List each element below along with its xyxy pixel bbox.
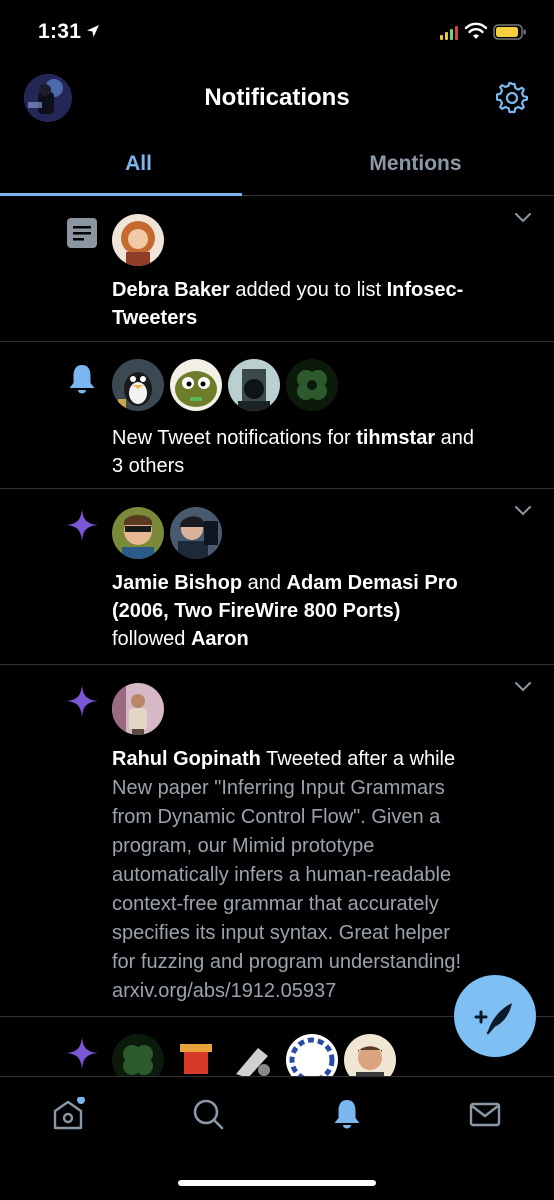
notification-item-tweet[interactable]: Rahul Gopinath Tweeted after a while New…: [0, 665, 554, 1017]
page-title: Notifications: [204, 84, 350, 111]
sparkle-icon: [66, 509, 98, 541]
avatar[interactable]: [170, 359, 222, 411]
home-badge-dot: [77, 1097, 85, 1104]
top-bar: Notifications: [0, 66, 554, 130]
home-indicator: [178, 1180, 376, 1186]
list-icon: [67, 218, 97, 248]
avatar[interactable]: [112, 214, 164, 266]
settings-gear-icon[interactable]: [496, 82, 528, 114]
wifi-icon: [464, 22, 488, 39]
avatar[interactable]: [112, 507, 164, 559]
messages-mail-icon[interactable]: [468, 1097, 502, 1131]
battery-icon: [493, 24, 526, 40]
notification-text: Debra Baker added you to list Infosec- T…: [112, 279, 464, 329]
feather-plus-icon: [474, 1003, 512, 1035]
notification-item-tweet-notifications[interactable]: New Tweet notifications for tihmstar and…: [0, 342, 554, 489]
notification-item-list-add[interactable]: Debra Baker added you to list Infosec- T…: [0, 196, 554, 342]
status-bar: 1:31: [0, 0, 554, 66]
avatar[interactable]: [170, 507, 222, 559]
tab-all[interactable]: All: [0, 140, 277, 196]
avatar[interactable]: [228, 359, 280, 411]
notification-text: New Tweet notifications for tihmstar and…: [112, 427, 475, 477]
home-icon[interactable]: [51, 1097, 85, 1131]
status-time: 1:31: [38, 20, 82, 43]
notification-item-follow[interactable]: Jamie Bishop and Adam Demasi Pro (2006, …: [0, 489, 554, 665]
search-icon[interactable]: [191, 1097, 225, 1131]
avatar[interactable]: [286, 359, 338, 411]
tweet-text[interactable]: New paper "Inferring Input Grammars from…: [112, 774, 526, 1006]
signal-icon: [440, 26, 458, 40]
notifications-bell-icon[interactable]: [330, 1097, 364, 1131]
chevron-down-icon[interactable]: [514, 681, 532, 693]
chevron-down-icon[interactable]: [514, 212, 532, 224]
notification-text: Rahul Gopinath Tweeted after a while: [112, 748, 456, 770]
sparkle-icon: [66, 685, 98, 717]
chevron-down-icon[interactable]: [514, 505, 532, 517]
avatar[interactable]: [112, 359, 164, 411]
notification-list: Debra Baker added you to list Infosec- T…: [0, 196, 554, 1097]
location-arrow-icon: [87, 25, 99, 37]
tab-mentions[interactable]: Mentions: [277, 140, 554, 196]
avatar[interactable]: [112, 683, 164, 735]
sparkle-icon: [66, 1037, 98, 1069]
bell-icon: [69, 365, 95, 394]
notification-text: Jamie Bishop and Adam Demasi Pro (2006, …: [112, 572, 458, 650]
notification-tabs: All Mentions: [0, 140, 554, 196]
compose-tweet-button[interactable]: [454, 975, 536, 1057]
